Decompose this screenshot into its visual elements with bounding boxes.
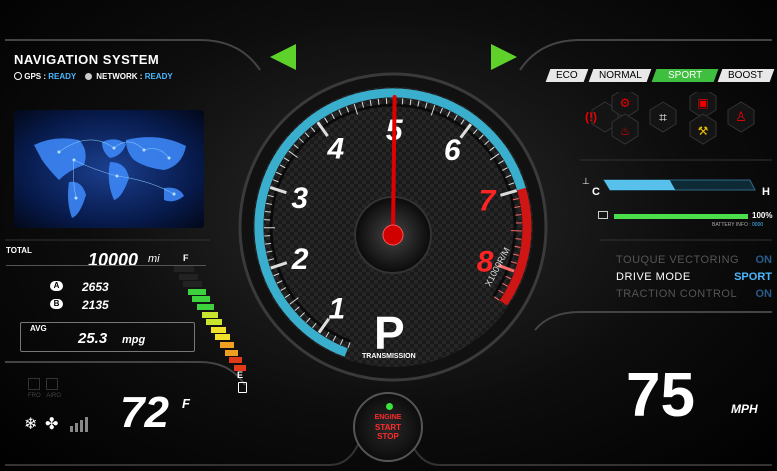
drivetrain-icon: ⌗ xyxy=(659,109,667,125)
fan-icon[interactable]: ✤ xyxy=(45,414,58,434)
thermometer-icon: ⊥ xyxy=(582,176,590,186)
fuel-bar-segment xyxy=(201,311,218,318)
tach-tick xyxy=(377,98,380,105)
speed-value: 75 xyxy=(626,361,695,430)
fuel-bar-segment xyxy=(220,342,234,348)
speed-unit: MPH xyxy=(731,402,758,416)
mode-tab-normal-label: NORMAL xyxy=(598,70,642,81)
battery-bar-fill xyxy=(614,214,748,219)
world-map-graphic xyxy=(34,137,186,218)
network-label: NETWORK : xyxy=(96,72,143,81)
battery-icon xyxy=(598,211,608,219)
service-wrench-icon: ⚒ xyxy=(697,124,709,138)
total-unit: mi xyxy=(148,253,160,265)
avg-label: AVG xyxy=(30,324,47,333)
fuel-bar-segment xyxy=(192,296,210,303)
mode-tab-eco-label: ECO xyxy=(556,70,578,81)
gear-indicator: P xyxy=(374,307,405,359)
right-turn-signal-icon xyxy=(491,44,517,70)
battery-info-value: 0000 xyxy=(752,222,764,228)
fan-speed-icon[interactable] xyxy=(70,416,88,432)
tach-tick-label: 7 xyxy=(479,184,497,217)
nav-status-bar: GPS : READY NETWORK : READY xyxy=(14,72,173,81)
engine-check-icon: ⚙ xyxy=(619,96,631,110)
battery-bar-track xyxy=(614,214,748,219)
tach-tick-label: 6 xyxy=(444,134,461,167)
door-open-icon: ▣ xyxy=(697,96,709,110)
nav-title: NAVIGATION SYSTEM xyxy=(14,52,160,67)
temp-hot-label: H xyxy=(762,186,770,198)
total-mileage: 10000 xyxy=(88,250,139,270)
start-button-line1: ENGINE xyxy=(374,414,402,421)
fuel-bar-segment xyxy=(187,288,206,295)
left-turn-signal-icon xyxy=(270,44,296,70)
fuel-bar-segment xyxy=(215,334,230,341)
trip-b-value: 2135 xyxy=(82,298,109,312)
traction-control-label: TRACTION CONTROL xyxy=(616,288,738,300)
tach-tick-label: 4 xyxy=(326,132,344,165)
avg-unit: mpg xyxy=(122,334,146,346)
avg-value: 25.3 xyxy=(78,330,108,347)
start-button-line2: START xyxy=(374,423,402,432)
battery-percent: 100% xyxy=(752,211,773,220)
air-recirc-label: AIRO xyxy=(46,393,62,399)
engine-temp-gauge xyxy=(603,179,756,191)
network-icon xyxy=(85,73,92,80)
fuel-full-label: F xyxy=(183,253,189,263)
engine-start-stop-button[interactable]: ENGINE START STOP xyxy=(353,392,423,462)
fuel-bar-segment xyxy=(174,266,194,272)
mode-tab-boost-label: BOOST xyxy=(728,70,764,81)
snowflake-icon[interactable]: ❄ xyxy=(24,414,37,434)
temperature-unit: F xyxy=(182,396,190,411)
world-map[interactable] xyxy=(14,110,204,228)
trip-a-badge: A xyxy=(50,281,63,291)
instrument-cluster: NAVIGATION SYSTEM GPS : READY NETWORK : … xyxy=(0,0,777,471)
network-status: READY xyxy=(144,72,173,81)
tach-needle xyxy=(391,95,397,237)
mode-tab-sport-label: SPORT xyxy=(667,70,703,81)
battery-info-label: BATTERY INFO : xyxy=(712,222,751,228)
fuel-bar-segment xyxy=(178,273,198,280)
torque-vectoring-label: TOUQUE VECTORING xyxy=(616,254,740,266)
fuel-bar-segment xyxy=(210,326,226,333)
drive-mode-label: DRIVE MODE xyxy=(616,271,691,283)
total-label: TOTAL xyxy=(6,246,32,255)
fuel-pump-icon xyxy=(238,382,247,393)
cabin-temperature: 72 xyxy=(120,388,169,437)
battery-info: BATTERY INFO : 0000 xyxy=(712,222,763,228)
temp-cold-label: C xyxy=(592,186,600,198)
tach-tick-label: 1 xyxy=(328,292,345,325)
engine-ready-led xyxy=(386,403,393,410)
climate-indicators: FRO AIRO xyxy=(28,378,61,400)
mode-tab-normal[interactable]: NORMAL xyxy=(588,69,652,82)
gps-status: READY xyxy=(48,72,77,81)
gps-icon xyxy=(14,72,22,80)
tach-tick xyxy=(515,238,522,240)
mode-tab-eco[interactable]: ECO xyxy=(545,69,589,82)
gear-label: TRANSMISSION xyxy=(362,353,416,360)
brake-warning-icon: (!) xyxy=(585,110,597,124)
traction-control-value: ON xyxy=(755,288,773,300)
tach-tick-label: 2 xyxy=(291,243,309,276)
drive-mode-value: SPORT xyxy=(734,271,772,283)
tach-tick xyxy=(515,214,522,216)
start-button-line3: STOP xyxy=(377,432,399,441)
trip-a-value: 2653 xyxy=(82,280,109,294)
trip-b-badge: B xyxy=(50,299,63,309)
front-defrost-label: FRO xyxy=(28,393,41,399)
torque-vectoring-value: ON xyxy=(755,254,773,266)
tach-tick-label: 3 xyxy=(291,182,308,215)
fuel-bar-segment xyxy=(206,319,222,326)
oil-pressure-icon: ♨ xyxy=(619,124,631,138)
fuel-bar-segment xyxy=(197,304,214,310)
fuel-bar-segment xyxy=(224,349,238,356)
mode-tab-boost[interactable]: BOOST xyxy=(717,69,775,82)
fuel-bar-segment xyxy=(183,281,202,288)
seatbelt-icon: ♙ xyxy=(735,109,747,124)
gps-label: GPS : xyxy=(24,72,47,81)
mode-tab-sport[interactable]: SPORT xyxy=(651,69,719,82)
